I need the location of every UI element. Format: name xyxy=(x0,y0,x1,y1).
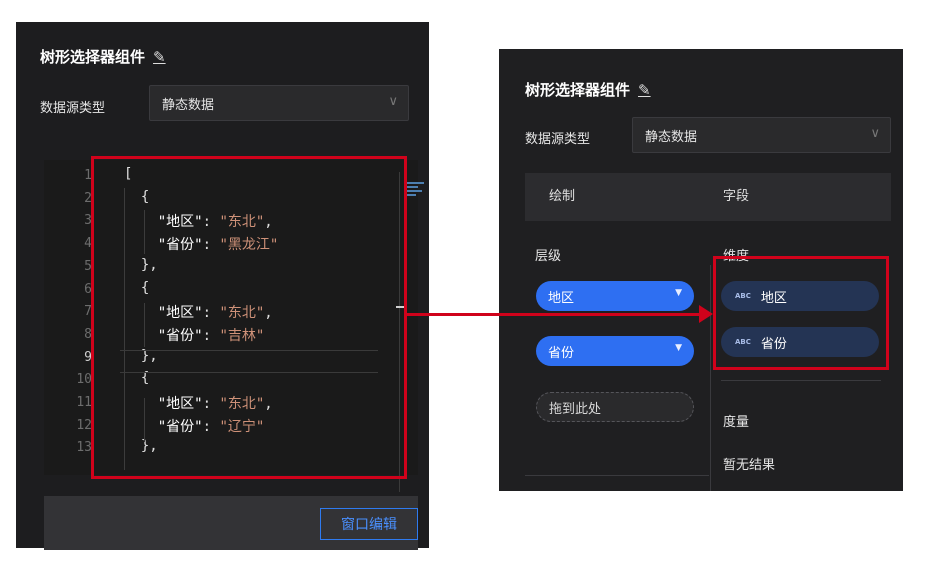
datasource-select-value: 静态数据 xyxy=(645,129,698,145)
level-label: 层级 xyxy=(535,249,562,264)
datasource-select-value: 静态数据 xyxy=(162,97,215,113)
panel-title: 树形选择器组件 ✎ xyxy=(525,79,651,100)
datasource-select[interactable]: 静态数据 ∨ xyxy=(149,85,409,121)
tab-draw[interactable]: 绘制 xyxy=(549,173,575,221)
datasource-label: 数据源类型 xyxy=(40,101,106,116)
window-edit-button[interactable]: 窗口编辑 xyxy=(320,508,418,540)
line-number: 4 xyxy=(84,236,92,252)
line-number: 7 xyxy=(84,304,92,320)
level-item-label: 省份 xyxy=(548,345,575,361)
line-number: 6 xyxy=(84,281,92,297)
level-item-province[interactable]: 省份 ▼ xyxy=(536,336,694,366)
line-number: 12 xyxy=(76,417,92,433)
triangle-down-icon[interactable]: ▼ xyxy=(675,343,682,353)
line-number-gutter: 1 2 3 4 5 6 7 8 9 10 11 12 13 xyxy=(44,160,92,475)
annotation-box-code xyxy=(91,156,407,479)
divider xyxy=(721,380,881,381)
tab-field[interactable]: 字段 xyxy=(723,173,749,221)
line-number: 9 xyxy=(84,349,92,365)
line-number: 13 xyxy=(76,440,92,456)
annotation-arrow-head xyxy=(699,305,713,323)
pencil-icon[interactable]: ✎ xyxy=(153,48,166,66)
divider xyxy=(525,475,709,476)
minimap[interactable] xyxy=(404,182,426,200)
panel-title-text: 树形选择器组件 xyxy=(525,81,631,99)
line-number: 10 xyxy=(76,372,92,388)
line-number: 3 xyxy=(84,213,92,229)
line-number: 1 xyxy=(84,168,92,183)
annotation-arrow-line xyxy=(407,313,699,316)
editor-footer: 窗口编辑 xyxy=(44,496,418,550)
drop-zone[interactable]: 拖到此处 xyxy=(536,392,694,422)
measure-label: 度量 xyxy=(723,415,750,430)
no-result-text: 暂无结果 xyxy=(723,458,776,473)
chevron-down-icon: ∨ xyxy=(870,126,880,141)
line-number: 11 xyxy=(76,395,92,410)
level-item-label: 地区 xyxy=(548,290,575,306)
line-number: 2 xyxy=(84,190,92,206)
line-number: 5 xyxy=(84,258,92,274)
chevron-down-icon: ∨ xyxy=(388,94,398,109)
datasource-label: 数据源类型 xyxy=(525,132,591,147)
line-number: 8 xyxy=(84,326,92,342)
annotation-box-fields xyxy=(713,256,889,370)
pencil-icon[interactable]: ✎ xyxy=(638,81,651,99)
level-item-region[interactable]: 地区 ▼ xyxy=(536,281,694,311)
panel-title-text: 树形选择器组件 xyxy=(40,48,146,66)
config-tabs: 绘制 字段 xyxy=(525,173,891,221)
column-divider xyxy=(710,265,711,491)
panel-title: 树形选择器组件 ✎ xyxy=(40,46,166,67)
triangle-down-icon[interactable]: ▼ xyxy=(675,288,682,298)
datasource-select[interactable]: 静态数据 ∨ xyxy=(632,117,891,153)
